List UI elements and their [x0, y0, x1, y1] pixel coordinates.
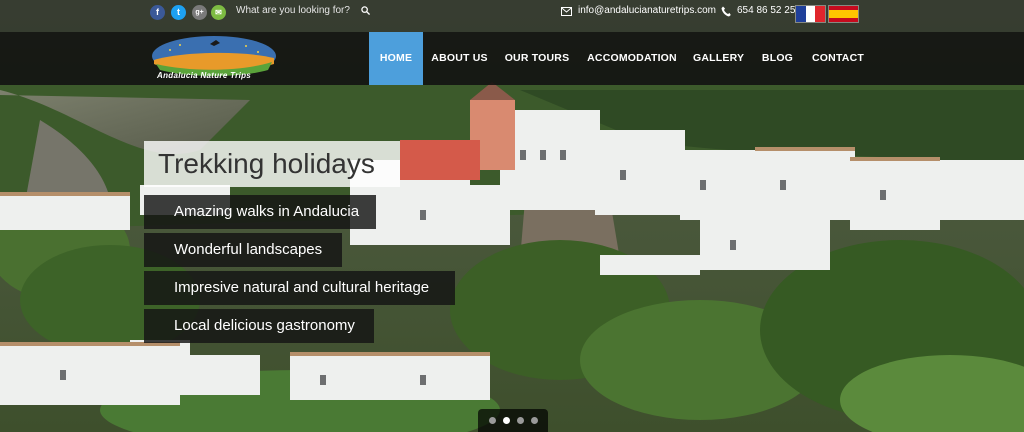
email-share-icon[interactable]: ✉	[211, 5, 226, 20]
hero-line-gastronomy: Local delicious gastronomy	[144, 309, 374, 343]
nav-accomodation[interactable]: ACCOMODATION	[583, 32, 681, 85]
hero-line-landscapes: Wonderful landscapes	[144, 233, 342, 267]
slider-dot-3[interactable]	[517, 417, 524, 424]
main-navbar: Andalucia Nature Trips HOME ABOUT US OUR…	[0, 32, 1024, 85]
search-icon[interactable]	[361, 6, 370, 15]
nav-home[interactable]: HOME	[369, 32, 423, 85]
logo-text: Andalucia Nature Trips	[157, 71, 252, 80]
top-bar: f t g+ ✉ What are you looking for? info@…	[0, 0, 1024, 32]
nav-gallery[interactable]: GALLERY	[693, 32, 744, 85]
facebook-icon[interactable]: f	[150, 5, 165, 20]
slider-dot-1[interactable]	[489, 417, 496, 424]
nav-contact[interactable]: CONTACT	[810, 32, 866, 85]
phone-icon	[721, 6, 731, 17]
search-input[interactable]: What are you looking for?	[236, 5, 350, 16]
envelope-icon	[561, 7, 572, 16]
slider-dot-2[interactable]	[503, 417, 510, 424]
google-plus-icon[interactable]: g+	[192, 5, 207, 20]
nav-blog[interactable]: BLOG	[760, 32, 795, 85]
nav-our-tours[interactable]: OUR TOURS	[503, 32, 571, 85]
slider-dot-4[interactable]	[531, 417, 538, 424]
contact-email-link[interactable]: info@andalucianaturetrips.com	[578, 5, 716, 16]
hero-line-heritage: Impresive natural and cultural heritage	[144, 271, 455, 305]
hero-title: Trekking holidays	[144, 141, 400, 187]
spanish-flag[interactable]	[828, 5, 859, 23]
slider-pagination	[478, 409, 548, 432]
hero-line-walks: Amazing walks in Andalucia	[144, 195, 376, 229]
twitter-icon[interactable]: t	[171, 5, 186, 20]
contact-phone[interactable]: 654 86 52 25	[737, 5, 795, 16]
nav-about-us[interactable]: ABOUT US	[428, 32, 491, 85]
french-flag[interactable]	[795, 5, 826, 23]
